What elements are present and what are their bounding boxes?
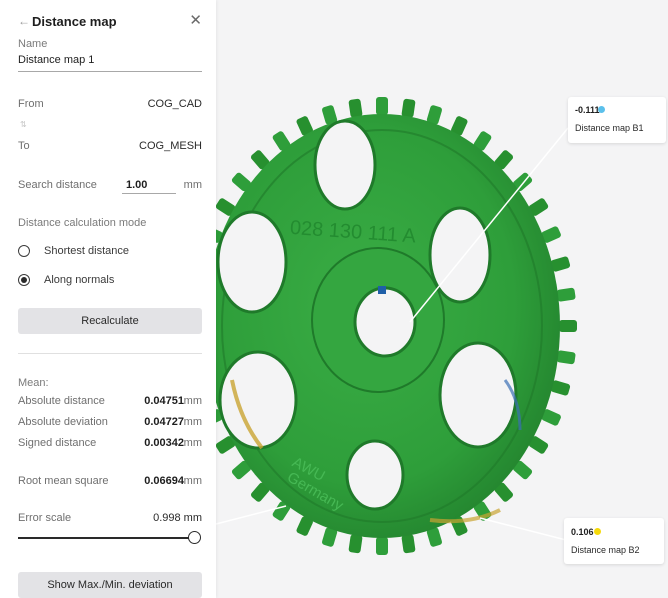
distance-map-panel: ← Distance map ✕ Name Distance map 1 Fro… bbox=[0, 0, 216, 598]
from-row[interactable]: From COG_CAD bbox=[18, 98, 202, 114]
radio-button[interactable] bbox=[18, 245, 30, 257]
stat-value: 0.04727 bbox=[144, 416, 184, 428]
callout-b2-value: 0.106 bbox=[571, 527, 594, 537]
stat-value: 0.04751 bbox=[144, 395, 184, 407]
show-deviation-button[interactable]: Show Max./Min. deviation bbox=[18, 572, 202, 598]
stat-label: Root mean square bbox=[18, 475, 109, 487]
gear-tooth bbox=[348, 98, 363, 118]
gear-tooth bbox=[556, 287, 576, 302]
recalculate-button[interactable]: Recalculate bbox=[18, 308, 202, 334]
gear-tooth bbox=[556, 350, 576, 365]
radio-button-selected[interactable] bbox=[18, 274, 30, 286]
radio-along-normals[interactable]: Along normals bbox=[18, 272, 114, 288]
name-label: Name bbox=[18, 38, 48, 50]
gear-tooth bbox=[376, 97, 388, 115]
stat-absolute-deviation: Absolute deviation 0.04727 mm bbox=[18, 416, 202, 432]
from-value[interactable]: COG_CAD bbox=[148, 98, 202, 110]
search-distance-input[interactable] bbox=[122, 177, 176, 194]
stat-root-mean-square: Root mean square 0.06694 mm bbox=[18, 475, 202, 491]
mode-label: Distance calculation mode bbox=[18, 217, 147, 229]
stat-label: Signed distance bbox=[18, 437, 97, 449]
callout-b2-name: Distance map B2 bbox=[571, 545, 640, 555]
gear-tooth bbox=[376, 537, 388, 555]
error-scale-row: Error scale 0.998 mm bbox=[18, 512, 202, 528]
stat-label: Absolute deviation bbox=[18, 416, 108, 428]
name-field[interactable]: Distance map 1 bbox=[18, 54, 94, 66]
to-label: To bbox=[18, 140, 30, 152]
callout-distance-map-b2[interactable]: 0.106 Distance map B2 bbox=[564, 518, 664, 564]
gear-tooth bbox=[401, 534, 416, 554]
stat-absolute-distance: Absolute distance 0.04751 mm bbox=[18, 395, 202, 411]
callout-distance-map-b1[interactable]: -0.111 Distance map B1 bbox=[568, 97, 666, 143]
callout-b1-value: -0.111 bbox=[575, 105, 600, 115]
radio-label: Along normals bbox=[44, 274, 115, 286]
stat-label: Absolute distance bbox=[18, 395, 105, 407]
stat-value: 0.06694 bbox=[144, 475, 184, 487]
search-distance-row: Search distance mm bbox=[18, 177, 202, 195]
callout-b1-name: Distance map B1 bbox=[575, 123, 644, 133]
error-scale-slider-thumb[interactable] bbox=[188, 531, 201, 544]
callout-b2-color-dot bbox=[594, 528, 601, 535]
callout-b2-leader bbox=[479, 517, 567, 541]
stat-unit: mm bbox=[183, 416, 202, 428]
gear-tooth bbox=[401, 98, 416, 118]
search-distance-unit: mm bbox=[183, 179, 202, 191]
mean-label: Mean: bbox=[18, 377, 49, 389]
stat-unit: mm bbox=[183, 395, 202, 407]
name-field-underline bbox=[18, 71, 202, 72]
callout-b1-color-dot bbox=[598, 106, 605, 113]
close-icon[interactable]: ✕ bbox=[189, 12, 202, 30]
radio-shortest-distance[interactable]: Shortest distance bbox=[18, 243, 129, 259]
to-value[interactable]: COG_MESH bbox=[139, 140, 202, 152]
stat-unit: mm bbox=[183, 475, 202, 487]
error-scale-label: Error scale bbox=[18, 512, 72, 524]
search-distance-label: Search distance bbox=[18, 179, 97, 191]
stat-signed-distance: Signed distance 0.00342 mm bbox=[18, 437, 202, 453]
stat-unit: mm bbox=[183, 437, 202, 449]
swap-icon[interactable]: ⇅ bbox=[20, 120, 27, 129]
radio-label: Shortest distance bbox=[44, 245, 129, 257]
back-arrow-icon[interactable]: ← bbox=[18, 14, 32, 28]
error-scale-slider-track[interactable] bbox=[18, 537, 190, 539]
from-label: From bbox=[18, 98, 44, 110]
gear-tooth bbox=[348, 534, 363, 554]
stat-value: 0.00342 bbox=[144, 437, 184, 449]
gear-bore bbox=[353, 286, 417, 358]
error-scale-value: 0.998 mm bbox=[153, 512, 202, 524]
section-divider bbox=[18, 353, 202, 354]
gear-tooth bbox=[559, 320, 577, 332]
panel-title: Distance map bbox=[32, 13, 117, 29]
panel-header: ← Distance map ✕ bbox=[18, 12, 204, 30]
to-row[interactable]: To COG_MESH bbox=[18, 140, 202, 156]
